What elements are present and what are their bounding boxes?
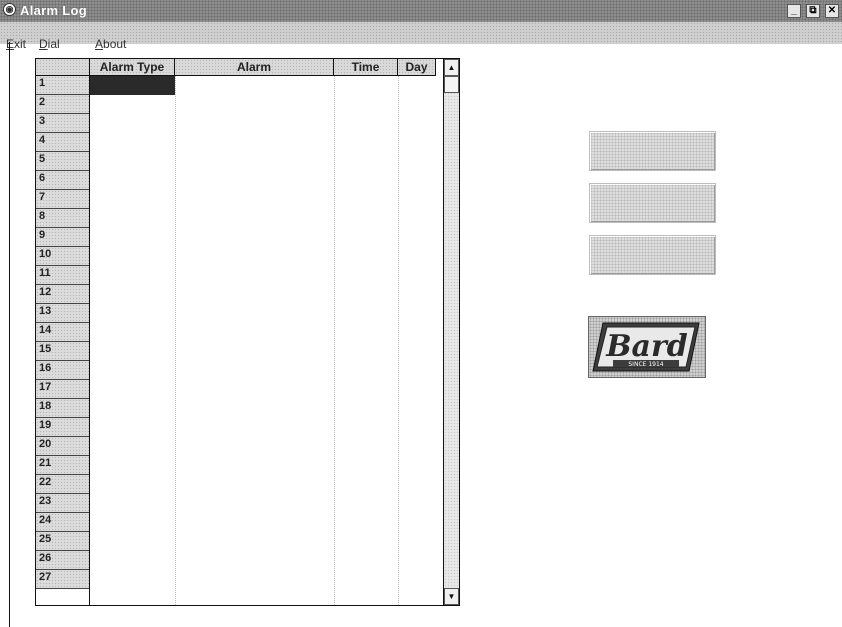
row-header-7[interactable]: 7 [36, 190, 89, 209]
scroll-up-icon[interactable]: ▲ [444, 59, 459, 76]
left-border-line [9, 42, 10, 627]
row-header-27[interactable]: 27 [36, 570, 89, 589]
row-header-9[interactable]: 9 [36, 228, 89, 247]
menu-about[interactable]: About [95, 37, 126, 51]
row-header-10[interactable]: 10 [36, 247, 89, 266]
action-button-2[interactable] [589, 183, 716, 223]
menu-dial[interactable]: Dial [39, 37, 60, 51]
title-bar: ◉ Alarm Log _ ⧉ ✕ [0, 0, 842, 22]
column-divider [175, 76, 176, 605]
column-divider [334, 76, 335, 605]
row-header-23[interactable]: 23 [36, 494, 89, 513]
restore-button[interactable]: ⧉ [806, 4, 820, 18]
row-header-21[interactable]: 21 [36, 456, 89, 475]
row-header-20[interactable]: 20 [36, 437, 89, 456]
row-header-column: 1 2 3 4 5 6 7 8 9 10 11 12 13 14 15 16 17 18 19 20 21 22 23 24 2… [36, 76, 90, 605]
grid-corner-header [36, 59, 90, 76]
app-icon[interactable]: ◉ [3, 3, 16, 16]
row-header-12[interactable]: 12 [36, 285, 89, 304]
window-title: Alarm Log [20, 3, 87, 18]
row-header-3[interactable]: 3 [36, 114, 89, 133]
column-header-time[interactable]: Time [334, 59, 398, 76]
row-header-16[interactable]: 16 [36, 361, 89, 380]
row-header-13[interactable]: 13 [36, 304, 89, 323]
row-header-4[interactable]: 4 [36, 133, 89, 152]
selected-cell[interactable] [90, 76, 175, 95]
column-header-alarm[interactable]: Alarm [175, 59, 334, 76]
row-header-11[interactable]: 11 [36, 266, 89, 285]
row-header-1[interactable]: 1 [36, 76, 89, 95]
logo-wordmark: Bard [605, 329, 688, 364]
column-divider [398, 76, 399, 605]
row-header-14[interactable]: 14 [36, 323, 89, 342]
bard-logo-icon: Bard SINCE 1914 [592, 322, 700, 372]
row-header-15[interactable]: 15 [36, 342, 89, 361]
row-header-18[interactable]: 18 [36, 399, 89, 418]
action-button-1[interactable] [589, 131, 716, 171]
alarm-log-grid[interactable]: Alarm Type Alarm Time Day 1 2 3 4 5 6 7 8 9 10 11 1… [35, 58, 460, 606]
row-header-26[interactable]: 26 [36, 551, 89, 570]
menu-bar: Exit Dial About [0, 22, 842, 51]
scroll-down-icon[interactable]: ▼ [444, 588, 459, 605]
minimize-button[interactable]: _ [787, 4, 801, 18]
column-header-day[interactable]: Day [398, 59, 436, 76]
row-header-8[interactable]: 8 [36, 209, 89, 228]
row-header-2[interactable]: 2 [36, 95, 89, 114]
row-header-19[interactable]: 19 [36, 418, 89, 437]
row-header-5[interactable]: 5 [36, 152, 89, 171]
close-button[interactable]: ✕ [825, 4, 839, 18]
row-header-17[interactable]: 17 [36, 380, 89, 399]
action-button-3[interactable] [589, 235, 716, 275]
logo-tagline: SINCE 1914 [628, 361, 663, 368]
column-header-alarm-type[interactable]: Alarm Type [90, 59, 175, 76]
row-header-24[interactable]: 24 [36, 513, 89, 532]
vertical-scrollbar[interactable]: ▲ ▼ [443, 59, 459, 605]
bard-logo: Bard SINCE 1914 [588, 316, 706, 378]
row-header-22[interactable]: 22 [36, 475, 89, 494]
row-header-25[interactable]: 25 [36, 532, 89, 551]
row-header-6[interactable]: 6 [36, 171, 89, 190]
scrollbar-thumb[interactable] [444, 76, 459, 93]
